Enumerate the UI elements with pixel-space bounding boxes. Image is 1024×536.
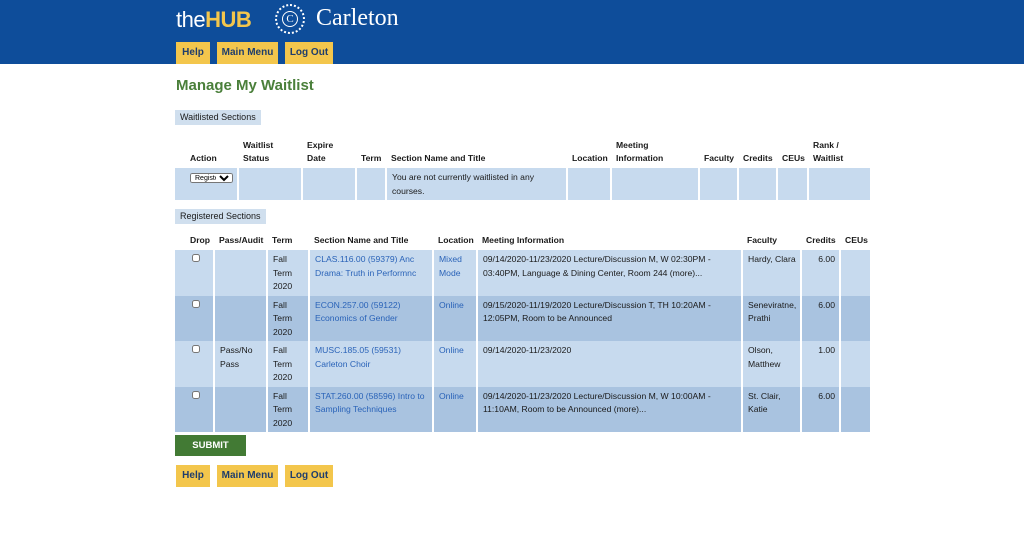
- col-term: Term: [361, 153, 382, 163]
- pass-audit-cell: [214, 295, 268, 341]
- col-waitlist-status: Waitlist Status: [243, 140, 274, 163]
- carleton-seal-icon: C: [275, 4, 305, 34]
- the-hub-logo[interactable]: theHUB: [176, 7, 252, 33]
- col-pass-audit: Pass/Audit: [219, 235, 264, 245]
- registered-table: Drop Pass/Audit Term Section Name and Ti…: [175, 234, 870, 432]
- faculty-cell: Olson, Matthew: [742, 341, 802, 387]
- ceus-cell: [840, 250, 870, 296]
- site-header: theHUB C Carleton Help Main Menu Log Out: [0, 0, 1024, 64]
- term-cell: Fall Term 2020: [267, 386, 310, 432]
- col-drop: Drop: [190, 235, 211, 245]
- meeting-info-cell: 09/14/2020-11/23/2020 Lecture/Discussion…: [477, 250, 743, 296]
- ceus-cell: [840, 341, 870, 387]
- main-menu-button[interactable]: Main Menu: [217, 42, 278, 64]
- pass-audit-cell: [214, 386, 268, 432]
- faculty-cell: St. Clair, Katie: [742, 386, 802, 432]
- page-title: Manage My Waitlist: [176, 77, 314, 94]
- credits-cell: 1.00: [801, 341, 841, 387]
- drop-checkbox[interactable]: [192, 345, 200, 353]
- log-out-button[interactable]: Log Out: [285, 42, 333, 64]
- table-row: Fall Term 2020 CLAS.116.00 (59379) Anc D…: [175, 250, 870, 296]
- waitlist-empty-row: Register You are not currently waitliste…: [175, 168, 870, 200]
- location-link[interactable]: Online: [433, 341, 478, 387]
- help-button[interactable]: Help: [176, 42, 210, 64]
- credits-cell: 6.00: [801, 250, 841, 296]
- col-location: Location: [572, 153, 608, 163]
- help-button-bottom[interactable]: Help: [176, 465, 210, 487]
- meeting-info-cell: 09/15/2020-11/19/2020 Lecture/Discussion…: [477, 295, 743, 341]
- col-section-name: Section Name and Title: [314, 235, 409, 245]
- section-link[interactable]: MUSC.185.05 (59531) Carleton Choir: [309, 341, 434, 387]
- pass-audit-cell: [214, 250, 268, 296]
- drop-checkbox[interactable]: [192, 254, 200, 262]
- col-ceus: CEUs: [845, 235, 868, 245]
- waitlist-table: Action Waitlist Status Expire Date Term …: [175, 136, 870, 200]
- col-action: Action: [190, 153, 217, 163]
- empty-waitlist-message: You are not currently waitlisted in any …: [386, 168, 568, 200]
- waitlisted-sections-label: Waitlisted Sections: [175, 110, 261, 125]
- meeting-info-cell: 09/14/2020-11/23/2020 Lecture/Discussion…: [477, 386, 743, 432]
- submit-button[interactable]: SUBMIT: [175, 435, 246, 456]
- col-credits: Credits: [743, 153, 773, 163]
- col-meeting-info: Meeting Information: [482, 235, 565, 245]
- table-row: Fall Term 2020 STAT.260.00 (58596) Intro…: [175, 386, 870, 432]
- col-location: Location: [438, 235, 474, 245]
- ceus-cell: [840, 386, 870, 432]
- col-faculty: Faculty: [747, 235, 778, 245]
- table-row: Fall Term 2020 ECON.257.00 (59122) Econo…: [175, 295, 870, 341]
- faculty-cell: Seneviratne, Prathi: [742, 295, 802, 341]
- col-meeting-info: Meeting Information: [616, 140, 664, 163]
- col-credits: Credits: [806, 235, 836, 245]
- col-section-name: Section Name and Title: [391, 153, 486, 163]
- registered-sections-label: Registered Sections: [175, 209, 266, 224]
- ceus-cell: [840, 295, 870, 341]
- meeting-info-cell: 09/14/2020-11/23/2020: [477, 341, 743, 387]
- credits-cell: 6.00: [801, 295, 841, 341]
- section-link[interactable]: STAT.260.00 (58596) Intro to Sampling Te…: [309, 386, 434, 432]
- action-select[interactable]: Register: [190, 173, 233, 183]
- faculty-cell: Hardy, Clara: [742, 250, 802, 296]
- term-cell: Fall Term 2020: [267, 250, 310, 296]
- section-link[interactable]: CLAS.116.00 (59379) Anc Drama: Truth in …: [309, 250, 434, 296]
- col-rank-waitlist: Rank / Waitlist: [813, 140, 844, 163]
- drop-checkbox[interactable]: [192, 299, 200, 308]
- pass-audit-cell: Pass/No Pass: [214, 341, 268, 387]
- location-link[interactable]: Online: [433, 295, 478, 341]
- table-row: Pass/No Pass Fall Term 2020 MUSC.185.05 …: [175, 341, 870, 387]
- col-ceus: CEUs: [782, 153, 805, 163]
- credits-cell: 6.00: [801, 386, 841, 432]
- col-expire-date: Expire Date: [307, 140, 334, 163]
- carleton-wordmark: Carleton: [316, 5, 399, 31]
- location-link[interactable]: Online: [433, 386, 478, 432]
- col-term: Term: [272, 235, 293, 245]
- term-cell: Fall Term 2020: [267, 341, 310, 387]
- term-cell: Fall Term 2020: [267, 295, 310, 341]
- location-link[interactable]: Mixed Mode: [433, 250, 478, 296]
- drop-checkbox[interactable]: [192, 390, 200, 399]
- main-menu-button-bottom[interactable]: Main Menu: [217, 465, 278, 487]
- log-out-button-bottom[interactable]: Log Out: [285, 465, 333, 487]
- section-link[interactable]: ECON.257.00 (59122) Economics of Gender: [309, 295, 434, 341]
- col-faculty: Faculty: [704, 153, 735, 163]
